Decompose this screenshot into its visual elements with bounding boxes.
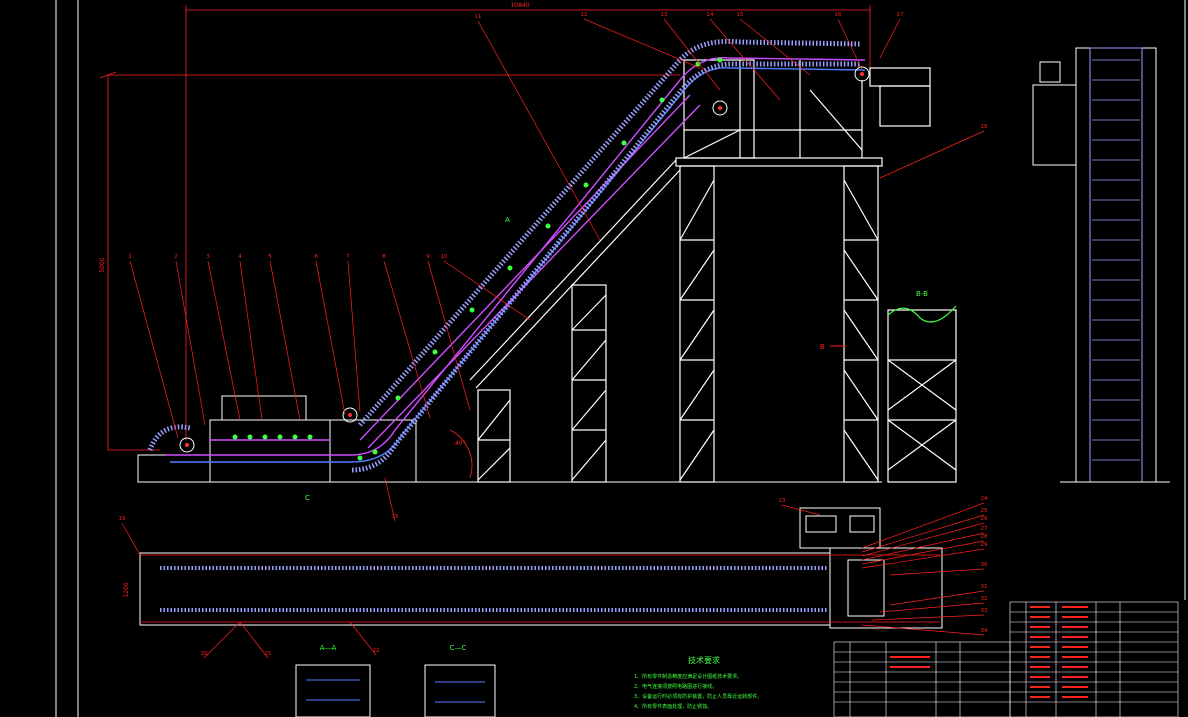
leader-line-20 (203, 621, 241, 659)
part-balloon-25: 25 (981, 508, 988, 514)
part-balloon-35: 35 (392, 514, 399, 520)
leader-line-15 (739, 18, 811, 76)
part-balloon-7: 7 (346, 254, 350, 260)
leader-line-18 (879, 130, 985, 179)
leader-line-30 (889, 568, 985, 576)
overall-height-dimension: 5000 (99, 257, 106, 272)
part-balloon-20: 20 (201, 651, 208, 657)
tech-note-3: 3、设备运行时必须有防护装置，防止人员靠近运转部件。 (634, 693, 762, 700)
part-balloon-6: 6 (314, 254, 318, 260)
leader-line-2 (175, 260, 206, 426)
section-bb-label: B-B (916, 290, 928, 298)
leader-line-9 (427, 260, 471, 411)
part-balloon-2: 2 (174, 254, 178, 260)
part-balloon-34: 34 (981, 628, 988, 634)
part-balloon-8: 8 (382, 254, 386, 260)
part-balloon-17: 17 (897, 12, 904, 18)
section-cc-label: C—C (450, 644, 467, 652)
leader-line-1 (129, 260, 179, 439)
part-balloon-19: 19 (119, 516, 126, 522)
part-balloon-27: 27 (981, 526, 988, 532)
part-balloon-32: 32 (981, 596, 988, 602)
leader-line-6 (315, 260, 346, 416)
leader-line-31 (889, 590, 985, 606)
part-balloon-12: 12 (581, 12, 588, 18)
leader-line-19 (121, 522, 141, 556)
incline-angle-arc (449, 429, 473, 479)
part-balloon-22: 22 (373, 648, 380, 654)
section-b-arrow-label: B (820, 343, 825, 351)
part-leader-lines: 1 2 3 4 5 6 7 8 9 1011 12 13 14 15 16 17181920 21 2223 242… (119, 12, 988, 659)
leader-line-23 (781, 504, 821, 516)
part-balloon-29: 29 (981, 542, 988, 548)
section-aa-view (295, 664, 371, 717)
part-balloon-18: 18 (981, 124, 988, 130)
leader-line-34 (861, 624, 985, 636)
part-balloon-1: 1 (128, 254, 132, 260)
tech-note-2: 2、电气连接须按照电路图进行接线。 (634, 683, 717, 690)
part-balloon-24: 24 (981, 496, 988, 502)
part-balloon-26: 26 (981, 516, 988, 522)
part-balloon-15: 15 (737, 12, 744, 18)
section-bb-view (887, 305, 957, 483)
section-a-mark: A (505, 216, 510, 224)
end-view (1032, 47, 1170, 483)
pulleys (179, 66, 870, 453)
tech-requirements-title: 技术要求 (688, 655, 720, 665)
part-balloon-10: 10 (441, 254, 448, 260)
section-c-mark: C (305, 494, 310, 502)
part-balloon-28: 28 (981, 534, 988, 540)
leader-line-13 (663, 18, 721, 91)
part-balloon-31: 31 (981, 584, 988, 590)
part-balloon-11: 11 (475, 14, 482, 20)
section-cc-view (424, 664, 496, 717)
part-balloon-30: 30 (981, 562, 988, 568)
end-view-belt-cleats (1092, 59, 1140, 461)
incline-angle-label: 40° (455, 440, 466, 447)
part-balloon-16: 16 (835, 12, 842, 18)
plan-view-rails (140, 554, 940, 623)
part-balloon-23: 23 (779, 498, 786, 504)
drawing-border (55, 0, 1186, 717)
section-aa-label: A—A (320, 644, 337, 652)
part-balloon-4: 4 (238, 254, 242, 260)
leader-line-17 (879, 18, 901, 59)
pulley-centres (185, 72, 864, 447)
leader-line-7 (347, 260, 361, 413)
cad-drawing-canvas: 10840 5000 40° A C B B-B 1200 A—A C—C 技术… (55, 0, 1186, 717)
leader-line-29 (861, 548, 985, 569)
part-balloon-33: 33 (981, 608, 988, 614)
tech-note-1: 1、所有零件制造精度应满足设计图纸技术要求。 (634, 673, 742, 680)
leader-line-8 (383, 260, 431, 419)
part-balloon-3: 3 (206, 254, 210, 260)
belt-width-dimension: 1200 (123, 582, 130, 597)
tech-note-4: 4、所有零件表面处理，防止锈蚀。 (634, 703, 712, 710)
part-balloon-14: 14 (707, 12, 714, 18)
leader-line-11 (477, 20, 601, 241)
overall-length-dimension: 10840 (510, 2, 529, 9)
leader-line-12 (583, 18, 701, 69)
plan-view-belt (160, 566, 828, 612)
part-balloon-9: 9 (426, 254, 430, 260)
part-balloon-21: 21 (265, 651, 272, 657)
part-balloon-5: 5 (268, 254, 272, 260)
leader-line-33 (871, 614, 985, 621)
part-balloon-13: 13 (661, 12, 668, 18)
